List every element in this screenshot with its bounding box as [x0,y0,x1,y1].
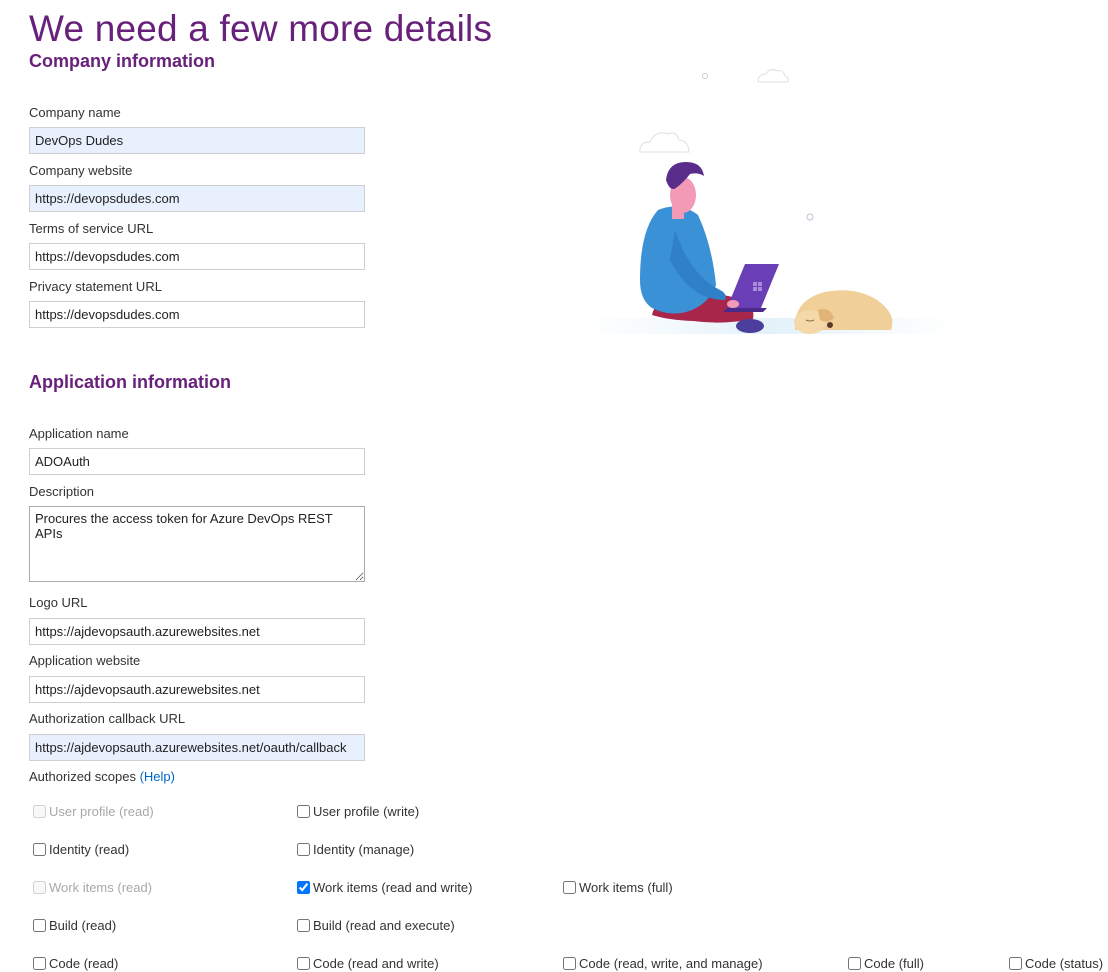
scope-label: Work items (read) [49,880,153,895]
callback-url-label: Authorization callback URL [29,711,186,726]
scope-label: Code (full) [864,956,924,971]
sleeping-dog-icon [794,290,893,334]
authorized-scopes-label: Authorized scopes (Help) [29,769,175,784]
scope-code-read[interactable]: Code (read) [33,956,118,971]
scope-label: Code (status) [1025,956,1104,971]
company-section-heading: Company information [29,51,216,71]
scope-work-items-read-checkbox [33,881,46,894]
description-textarea[interactable]: Procures the access token for Azure DevO… [29,506,365,582]
scope-identity-manage[interactable]: Identity (manage) [297,842,414,857]
company-name-label: Company name [29,105,121,120]
scope-work-items-read: Work items (read) [33,880,152,895]
scope-label: Identity (read) [49,842,130,857]
terms-of-service-input[interactable] [29,243,365,270]
ground-shadow [580,318,960,334]
terms-of-service-label: Terms of service URL [29,221,154,236]
privacy-statement-input[interactable] [29,301,365,328]
scope-identity-manage-checkbox[interactable] [297,843,310,856]
scope-code-read-write-manage-checkbox[interactable] [563,957,576,970]
application-website-input[interactable] [29,676,365,703]
sparkle-circle [806,213,814,221]
logo-url-label: Logo URL [29,595,88,610]
callback-url-input[interactable] [29,734,365,761]
scope-label: Work items (read and write) [313,880,473,895]
application-name-label: Application name [29,426,129,441]
authorized-scopes-text: Authorized scopes [29,769,136,784]
scope-label: Code (read and write) [313,956,439,971]
person-with-laptop-icon [640,162,779,333]
scope-code-read-write-checkbox[interactable] [297,957,310,970]
scope-user-profile-read: User profile (read) [33,804,154,819]
scope-code-full[interactable]: Code (full) [848,956,924,971]
privacy-statement-label: Privacy statement URL [29,279,162,294]
cloud-icon [757,69,789,83]
scope-code-read-checkbox[interactable] [33,957,46,970]
scope-build-read[interactable]: Build (read) [33,918,116,933]
scope-user-profile-write[interactable]: User profile (write) [297,804,419,819]
sparkle-circle [702,73,708,79]
company-website-input[interactable] [29,185,365,212]
scope-code-read-write[interactable]: Code (read and write) [297,956,439,971]
scope-label: Code (read) [49,956,119,971]
scope-work-items-full[interactable]: Work items (full) [563,880,673,895]
scope-build-read-execute[interactable]: Build (read and execute) [297,918,455,933]
scope-label: Build (read and execute) [313,918,455,933]
scope-label: Code (read, write, and manage) [579,956,763,971]
scope-label: Work items (full) [579,880,673,895]
illustration-svg [580,69,960,334]
scope-identity-read-checkbox[interactable] [33,843,46,856]
scope-code-status[interactable]: Code (status) [1009,956,1103,971]
scope-build-read-checkbox[interactable] [33,919,46,932]
scope-user-profile-write-checkbox[interactable] [297,805,310,818]
logo-url-input[interactable] [29,618,365,645]
page-title: We need a few more details [29,8,493,49]
scope-label: User profile (read) [49,804,154,819]
scope-code-full-checkbox[interactable] [848,957,861,970]
scope-code-status-checkbox[interactable] [1009,957,1022,970]
scope-code-read-write-manage[interactable]: Code (read, write, and manage) [563,956,763,971]
scope-user-profile-read-checkbox [33,805,46,818]
company-website-label: Company website [29,163,133,178]
scope-label: Build (read) [49,918,117,933]
scope-identity-read[interactable]: Identity (read) [33,842,129,857]
cloud-icon [639,132,690,153]
scopes-help-link[interactable]: (Help) [140,769,175,784]
description-label: Description [29,484,95,499]
scope-label: Identity (manage) [313,842,415,857]
scope-work-items-full-checkbox[interactable] [563,881,576,894]
scope-build-read-execute-checkbox[interactable] [297,919,310,932]
scope-work-items-read-write[interactable]: Work items (read and write) [297,880,472,895]
company-name-input[interactable] [29,127,365,154]
illustration [580,60,960,340]
application-website-label: Application website [29,653,141,668]
scope-work-items-read-write-checkbox[interactable] [297,881,310,894]
application-section-heading: Application information [29,372,231,392]
application-name-input[interactable] [29,448,365,475]
scope-label: User profile (write) [313,804,420,819]
